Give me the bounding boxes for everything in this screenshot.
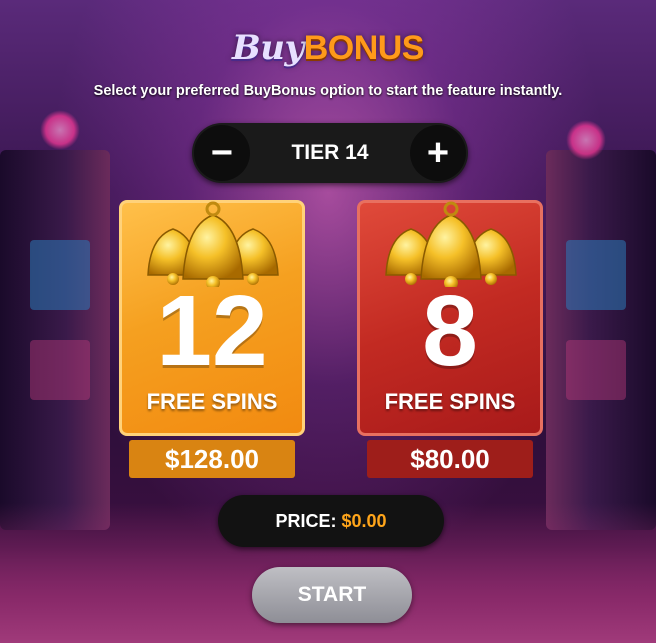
plus-icon: +	[426, 132, 450, 174]
spins-count: 12	[156, 275, 268, 387]
minus-icon: −	[210, 132, 234, 174]
price-amount: $0.00	[341, 511, 387, 531]
title-buy: Buy	[231, 28, 304, 68]
bonus-option-8-spins[interactable]: 8 FREE SPINS	[357, 200, 543, 436]
tier-selector: − TIER 14 +	[192, 123, 468, 183]
slot-machine-right	[546, 150, 656, 530]
tier-increase-button[interactable]: +	[410, 125, 466, 181]
bonus-option-12-spins[interactable]: 12 FREE SPINS	[119, 200, 305, 436]
bells-icon	[147, 201, 279, 287]
option-price: $128.00	[129, 440, 295, 478]
free-spins-label: FREE SPINS	[146, 389, 278, 414]
start-button[interactable]: START	[252, 567, 412, 623]
buy-bonus-title: BuyBONUS	[0, 28, 656, 68]
subtitle: Select your preferred BuyBonus option to…	[93, 83, 563, 99]
slot-machine-left	[0, 150, 110, 530]
bells-icon	[385, 201, 517, 287]
option-price: $80.00	[367, 440, 533, 478]
free-spins-label: FREE SPINS	[384, 389, 516, 414]
price-display: PRICE: $0.00	[218, 495, 444, 547]
spins-count: 8	[422, 275, 478, 387]
price-label: PRICE:	[275, 511, 342, 531]
tier-decrease-button[interactable]: −	[194, 125, 250, 181]
tier-label: TIER 14	[291, 141, 369, 164]
title-bonus: BONUS	[303, 29, 425, 67]
